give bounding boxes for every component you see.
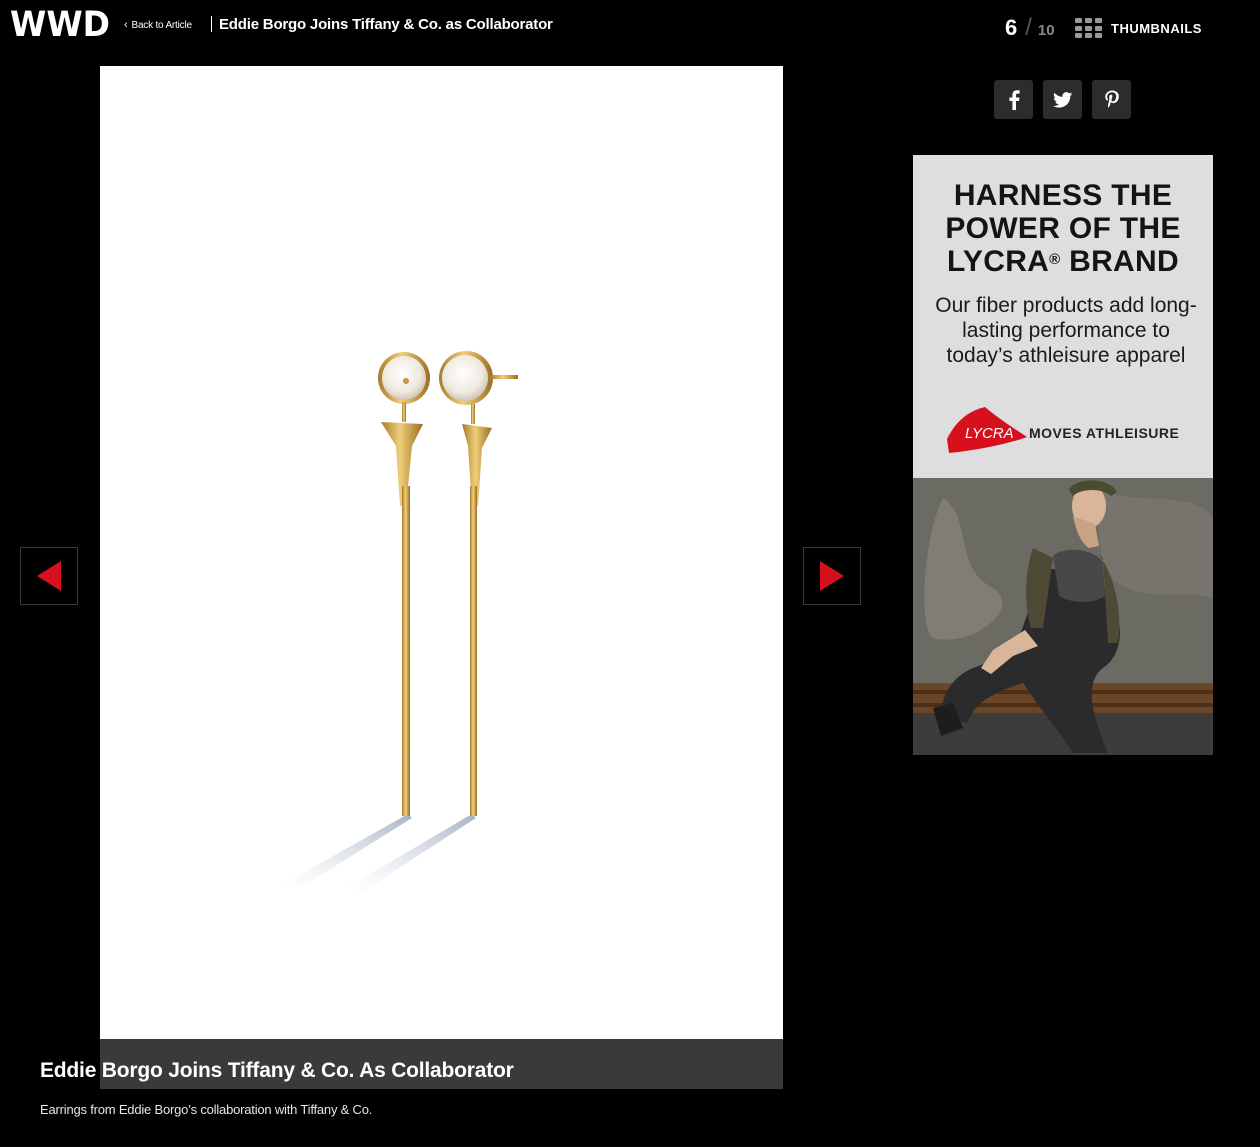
total-slide-count: 10: [1037, 22, 1055, 39]
gallery-image: [100, 66, 783, 1039]
caption-title: Eddie Borgo Joins Tiffany & Co. As Colla…: [40, 1059, 514, 1082]
back-to-article-link[interactable]: ‹ Back to Article: [124, 18, 192, 32]
counter-separator: /: [1025, 14, 1032, 41]
facebook-share-button[interactable]: [994, 80, 1033, 119]
ad-headline: HARNESS THE POWER OF THE LYCRA® BRAND: [913, 179, 1213, 278]
registered-mark: ®: [1049, 251, 1061, 268]
ad-headline-line-3: LYCRA® BRAND: [913, 245, 1213, 278]
lycra-advertisement[interactable]: HARNESS THE POWER OF THE LYCRA® BRAND Ou…: [913, 155, 1213, 755]
gallery-title: Eddie Borgo Joins Tiffany & Co. as Colla…: [219, 16, 553, 33]
arrow-left-icon: [37, 561, 61, 591]
pinterest-share-button[interactable]: [1092, 80, 1131, 119]
facebook-icon: [1008, 89, 1020, 110]
thumbnails-button[interactable]: THUMBNAILS: [1075, 18, 1202, 38]
ad-model-photo: [913, 478, 1213, 755]
lycra-moves-athleisure-logo: LYCRA MOVES ATHLEISURE: [947, 407, 1179, 453]
ad-headline-line-1: HARNESS THE: [953, 179, 1173, 212]
twitter-share-button[interactable]: [1043, 80, 1082, 119]
wwd-logo[interactable]: WWD: [10, 6, 110, 42]
earrings-photo: [280, 351, 518, 892]
ad-headline-line-2: POWER OF THE: [945, 212, 1181, 245]
social-share-bar: [994, 80, 1131, 119]
pinterest-icon: [1104, 90, 1119, 108]
arrow-right-icon: [820, 561, 844, 591]
header-divider: [211, 16, 212, 32]
logo-text: WWD: [10, 6, 110, 42]
next-slide-button[interactable]: [803, 547, 861, 605]
caption-text: Earrings from Eddie Borgo’s collaboratio…: [40, 1102, 373, 1117]
ad-headline-brand: LYCRA: [947, 245, 1050, 278]
thumbnails-label: THUMBNAILS: [1111, 20, 1202, 36]
grid-icon: [1075, 18, 1102, 38]
chevron-left-icon: ‹: [124, 18, 128, 31]
previous-slide-button[interactable]: [20, 547, 78, 605]
ad-logo-tagline: MOVES ATHLEISURE: [1029, 425, 1179, 441]
slide-counter: 6 / 10: [1005, 14, 1055, 42]
ad-logo-brand: LYCRA: [965, 425, 1014, 442]
current-slide-number: 6: [1005, 15, 1018, 40]
ad-body-text: Our fiber products add long-lasting perf…: [935, 294, 1197, 367]
back-to-article-label: Back to Article: [131, 19, 192, 31]
ad-headline-suffix: BRAND: [1060, 245, 1179, 278]
twitter-icon: [1052, 91, 1072, 108]
